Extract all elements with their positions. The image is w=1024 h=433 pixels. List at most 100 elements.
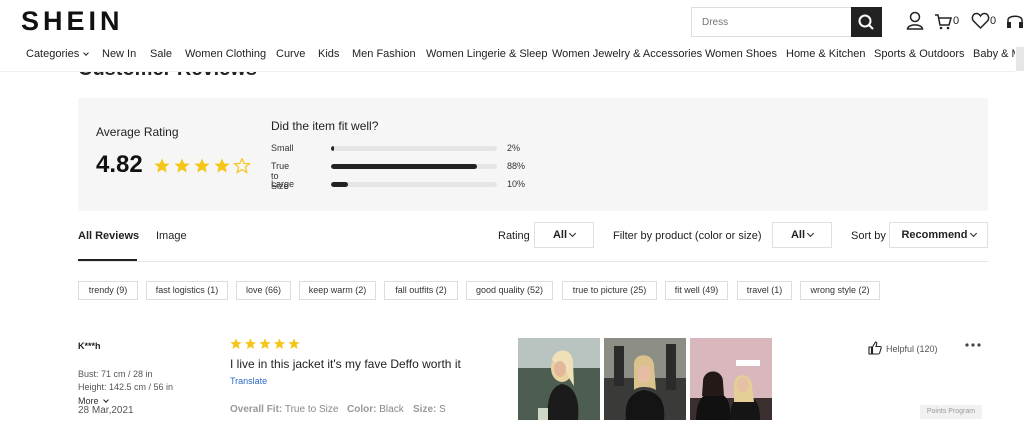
chevron-down-icon [806, 229, 815, 238]
search-icon [858, 14, 874, 30]
rating-filter-value: All [552, 229, 568, 241]
sort-select[interactable]: Recommend [889, 222, 988, 248]
nav-item-women-clothing[interactable]: Women Clothing [185, 48, 266, 60]
search-input[interactable] [692, 8, 852, 36]
star-icon [174, 158, 190, 173]
nav-item-curve[interactable]: Curve [276, 48, 305, 60]
fit-percent: 2% [507, 143, 521, 153]
color-value: Black [379, 404, 404, 415]
review-photo-1[interactable] [518, 338, 600, 420]
average-rating-value: 4.82 [96, 151, 143, 178]
rating-filter-select[interactable]: All [534, 222, 594, 248]
fit-bar-fill [331, 182, 348, 187]
fit-label: Small [271, 143, 294, 153]
overall-fit-value: True to Size [284, 404, 339, 415]
nav-item-new-in[interactable]: New In [102, 48, 136, 60]
nav-item-baby[interactable]: Baby & M [973, 48, 1021, 60]
user-icon[interactable] [906, 11, 924, 31]
product-filter-select[interactable]: All [772, 222, 832, 248]
nav-item-home-kitchen[interactable]: Home & Kitchen [786, 48, 865, 60]
review-stars [230, 338, 300, 349]
main-nav: Categories New In Sale Women Clothing Cu… [0, 48, 1024, 66]
wishlist-heart-icon[interactable] [971, 11, 990, 31]
review-tag[interactable]: trendy (9) [78, 281, 138, 300]
fit-bar-track [331, 164, 497, 169]
cart-icon[interactable] [934, 11, 952, 31]
overall-fit: Overall Fit: True to Size [230, 404, 338, 415]
nav-item-sports-outdoors[interactable]: Sports & Outdoors [874, 48, 965, 60]
review-tag[interactable]: wrong style (2) [800, 281, 880, 300]
fit-bar-fill [331, 146, 335, 151]
fit-question: Did the item fit well? [271, 119, 379, 133]
reviewer-height: Height: 142.5 cm / 56 in [78, 382, 174, 392]
product-filter-value: All [790, 229, 806, 241]
size-value: S [439, 404, 446, 415]
review-text: I live in this jacket it's my fave Deffo… [230, 357, 461, 371]
site-header: SHEIN 0 0 Categories New In Sale Women C… [0, 0, 1024, 72]
fit-label: Large [271, 179, 295, 189]
tab-all-reviews[interactable]: All Reviews [78, 230, 139, 242]
nav-item-categories[interactable]: Categories [26, 48, 90, 60]
review-photo-3[interactable] [690, 338, 772, 420]
helpful-count: Helpful (120) [886, 344, 938, 354]
star-icon [288, 338, 300, 349]
review-tag[interactable]: true to picture (25) [562, 281, 657, 300]
nav-item-women-jewelry[interactable]: Women Jewelry & Accessories [552, 48, 702, 60]
star-icon [194, 158, 210, 173]
rating-filter-label: Rating [498, 230, 530, 242]
fit-bar-fill [331, 164, 478, 169]
helpful-button[interactable]: Helpful (120) [868, 341, 938, 355]
product-filter-label: Filter by product (color or size) [613, 230, 762, 242]
nav-item-kids[interactable]: Kids [318, 48, 339, 60]
fit-bar-track [331, 182, 497, 187]
star-icon [273, 338, 286, 349]
review-tag[interactable]: travel (1) [737, 281, 792, 300]
headset-support-icon[interactable] [1006, 11, 1024, 31]
review-photo-2[interactable] [604, 338, 686, 420]
review-tag[interactable]: fast logistics (1) [146, 281, 228, 300]
thumbs-up-icon [868, 341, 882, 355]
review-tabs-filters: All Reviews Image Rating All Filter by p… [78, 222, 988, 262]
star-icon [244, 338, 257, 349]
average-rating-stars [154, 158, 252, 174]
rating-summary-panel: Average Rating 4.82 Did the item fit wel… [78, 98, 988, 211]
review-color: Color: Black [347, 404, 404, 415]
average-rating-label: Average Rating [96, 125, 179, 139]
star-icon [230, 338, 242, 349]
star-icon [259, 338, 271, 349]
active-tab-underline [78, 259, 137, 261]
overall-fit-label: Overall Fit: [230, 404, 283, 415]
review-tag[interactable]: keep warm (2) [299, 281, 376, 300]
points-program-badge[interactable]: Points Program [920, 405, 982, 419]
fit-bar-track [331, 146, 497, 151]
star-icon [154, 158, 170, 173]
size-label: Size: [413, 404, 437, 415]
review-size: Size: S [413, 404, 446, 415]
chevron-down-icon [102, 397, 109, 403]
nav-scroll-right[interactable] [1015, 46, 1024, 72]
translate-link[interactable]: Translate [230, 376, 267, 386]
nav-item-women-shoes[interactable]: Women Shoes [705, 48, 777, 60]
sort-value: Recommend [901, 229, 968, 241]
cart-count: 0 [953, 15, 960, 27]
review-tag[interactable]: good quality (52) [466, 281, 553, 300]
nav-item-men-fashion[interactable]: Men Fashion [352, 48, 416, 60]
review-tag[interactable]: love (66) [236, 281, 291, 300]
wishlist-count: 0 [990, 15, 997, 27]
half-star-outline-icon [232, 158, 252, 174]
fit-percent: 10% [507, 179, 526, 189]
chevron-down-icon [969, 229, 977, 238]
search-button[interactable] [851, 7, 882, 37]
more-options-icon[interactable] [965, 342, 981, 348]
review-tag[interactable]: fall outfits (2) [384, 281, 458, 300]
tab-image[interactable]: Image [156, 230, 187, 242]
fit-percent: 88% [507, 161, 526, 171]
shein-logo[interactable]: SHEIN [21, 6, 124, 37]
review-date: 28 Mar,2021 [78, 405, 134, 416]
nav-item-women-lingerie[interactable]: Women Lingerie & Sleep [426, 48, 547, 60]
review-tag[interactable]: fit well (49) [665, 281, 728, 300]
reviewer-name: K***h [78, 341, 101, 351]
chevron-down-icon [83, 50, 90, 56]
sort-label: Sort by [851, 230, 886, 242]
nav-item-sale[interactable]: Sale [150, 48, 172, 60]
